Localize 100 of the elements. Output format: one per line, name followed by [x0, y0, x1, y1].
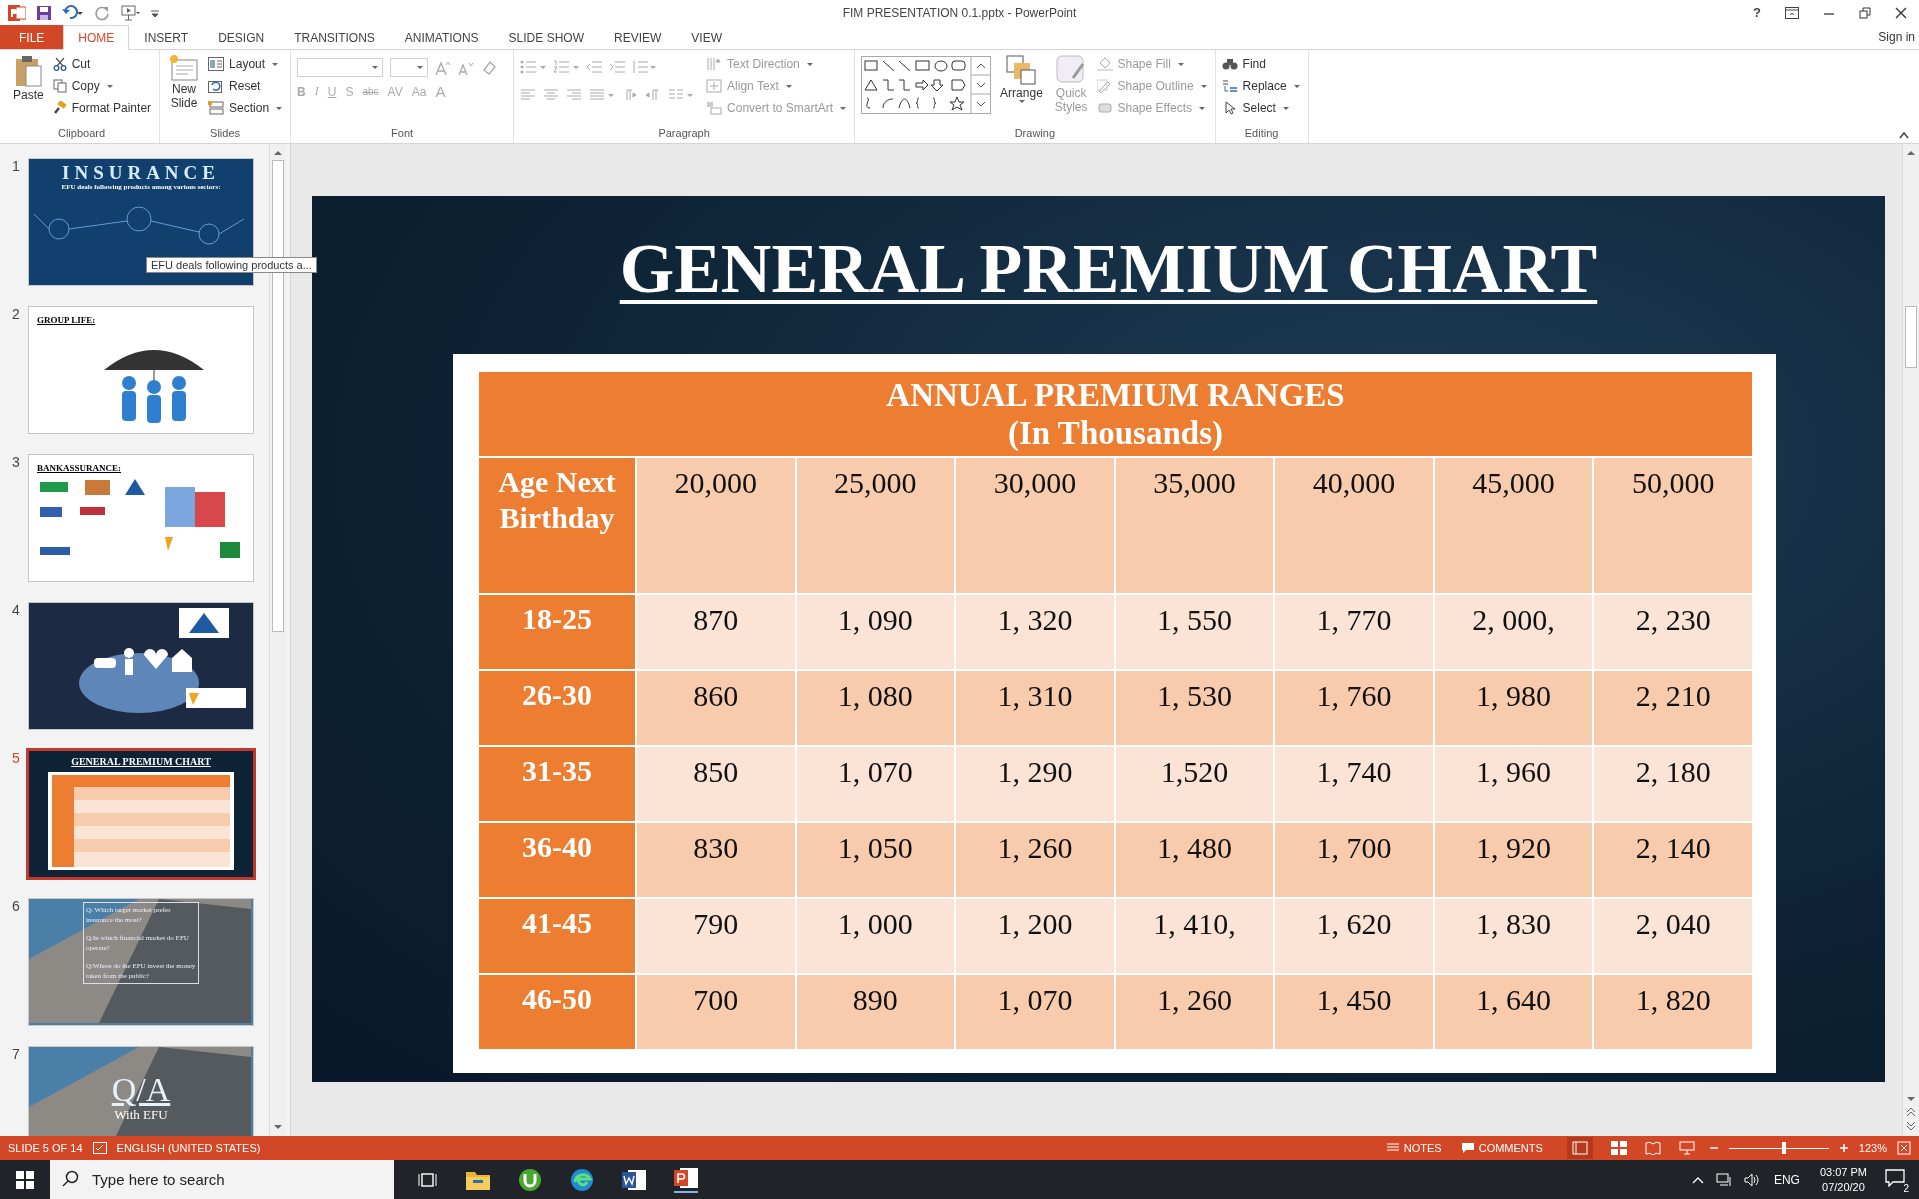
font-name-field[interactable]: [297, 58, 384, 77]
table-cell: 1, 760: [1274, 669, 1434, 746]
reading-view-icon[interactable]: [1644, 1141, 1661, 1155]
powerpoint-icon[interactable]: [674, 1166, 698, 1193]
network-icon[interactable]: [1715, 1172, 1732, 1187]
word-icon[interactable]: [622, 1168, 646, 1191]
column-header-cell: 45,000: [1433, 457, 1594, 594]
reset-button[interactable]: Reset: [208, 76, 285, 96]
slide-sorter-icon[interactable]: [1610, 1141, 1627, 1155]
row-header-cell: Age Next Birthday: [478, 457, 636, 594]
zoom-level[interactable]: 123%: [1858, 1142, 1887, 1154]
scroll-down-icon[interactable]: [1905, 1094, 1917, 1104]
table-cell: 1, 960: [1433, 745, 1594, 822]
previous-slide-icon[interactable]: [1905, 1106, 1917, 1118]
table-cell: 1, 830: [1433, 897, 1594, 974]
next-slide-icon[interactable]: [1905, 1120, 1917, 1132]
decrease-indent-icon[interactable]: [586, 60, 603, 74]
ribbon-tab[interactable]: HOME: [63, 25, 130, 50]
scroll-down-icon[interactable]: [272, 1122, 284, 1132]
table-cell: 1, 920: [1433, 821, 1594, 898]
notification-icon[interactable]: [1885, 1169, 1905, 1187]
slide-thumbnail[interactable]: Q/A With EFU: [28, 1046, 254, 1136]
scroll-up-icon[interactable]: [1905, 148, 1917, 158]
ribbon-tab[interactable]: DESIGN: [203, 25, 280, 49]
redo-icon[interactable]: [94, 4, 110, 21]
ribbon-tab[interactable]: INSERT: [129, 25, 204, 49]
column-header-cell: 25,000: [795, 457, 956, 594]
clear-formatting-icon[interactable]: [481, 59, 498, 76]
table-cell: 1, 320: [955, 593, 1115, 670]
normal-view-icon[interactable]: [1566, 1137, 1593, 1159]
zoom-slider-thumb[interactable]: [1781, 1142, 1786, 1154]
download-client-icon[interactable]: [518, 1167, 542, 1192]
scrollbar-thumb[interactable]: [1905, 306, 1917, 369]
table-cell: 1, 620: [1274, 897, 1434, 974]
save-icon[interactable]: [36, 4, 52, 21]
collapse-ribbon-icon[interactable]: [1899, 131, 1909, 139]
row-header-cell: 41-45: [478, 897, 636, 974]
keyboard-language[interactable]: ENG: [1773, 1172, 1800, 1187]
table-cell: 1, 000: [795, 897, 956, 974]
clipboard-icon: [13, 54, 44, 88]
slide-thumbnail[interactable]: GENERAL PREMIUM CHART: [26, 748, 256, 880]
new-slide-button[interactable]: New Slide: [166, 54, 203, 127]
fit-slide-icon[interactable]: [1897, 1141, 1911, 1155]
column-header-cell: 35,000: [1114, 457, 1275, 594]
slide-number: 7: [12, 1046, 20, 1064]
slide-title: GENERAL PREMIUM CHART: [619, 229, 1598, 309]
table-cell: 790: [636, 897, 796, 974]
task-view-icon[interactable]: [418, 1170, 438, 1189]
find-button[interactable]: Find: [1221, 54, 1302, 74]
folder-icon[interactable]: [466, 1169, 490, 1190]
shapes-gallery[interactable]: [861, 56, 992, 114]
notes-button[interactable]: NOTES: [1386, 1142, 1442, 1154]
cut-button[interactable]: Cut: [52, 54, 154, 74]
comments-button[interactable]: COMMENTS: [1461, 1142, 1543, 1154]
ribbon-tab[interactable]: SLIDE SHOW: [493, 25, 599, 49]
format-painter-button[interactable]: Format Painter: [52, 98, 154, 118]
sign-in-link[interactable]: Sign in: [1878, 30, 1919, 44]
grow-font-icon[interactable]: [435, 59, 452, 76]
file-tab[interactable]: FILE: [0, 25, 64, 49]
ribbon-tab[interactable]: ANIMATIONS: [389, 25, 494, 49]
ribbon-display-icon[interactable]: [1785, 6, 1799, 19]
start-icon[interactable]: [16, 1170, 34, 1189]
taskbar-search-field[interactable]: Type here to search: [50, 1160, 394, 1199]
presentation-icon[interactable]: [120, 4, 140, 21]
zoom-in-icon[interactable]: [1838, 1143, 1849, 1153]
table-cell: 830: [636, 821, 796, 898]
volume-icon[interactable]: [1743, 1172, 1760, 1187]
spelling-icon[interactable]: [92, 1142, 107, 1154]
clock-date[interactable]: 07/20/20: [1822, 1179, 1865, 1195]
slide-show-icon[interactable]: [1678, 1141, 1695, 1155]
close-icon[interactable]: [1895, 6, 1907, 19]
tray-caret-icon[interactable]: [1691, 1175, 1704, 1184]
restore-icon[interactable]: [1859, 6, 1871, 19]
slide-thumbnail[interactable]: GROUP LIFE:: [28, 306, 254, 434]
help-button[interactable]: ?: [1753, 5, 1761, 20]
slide-thumbnail[interactable]: BANKASSURANCE:: [28, 454, 254, 582]
bullets-icon[interactable]: [520, 60, 547, 74]
ribbon-tab[interactable]: VIEW: [676, 25, 737, 49]
scroll-up-icon[interactable]: [272, 148, 284, 158]
arrange-button[interactable]: Arrange: [997, 54, 1046, 127]
section-button[interactable]: Section: [208, 98, 285, 118]
ribbon-tab[interactable]: TRANSITIONS: [279, 25, 390, 49]
table-cell: 2, 000,: [1433, 593, 1594, 670]
paste-button[interactable]: Paste: [10, 54, 47, 127]
layout-button[interactable]: Layout: [208, 54, 285, 74]
language-indicator[interactable]: ENGLISH (UNITED STATES): [116, 1142, 261, 1154]
ribbon-tab[interactable]: REVIEW: [598, 25, 677, 49]
table-cell: 2, 210: [1593, 669, 1753, 746]
font-size-field[interactable]: [390, 58, 429, 77]
table-cell: 1, 410,: [1114, 897, 1275, 974]
undo-icon[interactable]: [62, 4, 84, 21]
table-cell: 1, 450: [1274, 973, 1434, 1050]
table-cell: 890: [795, 973, 956, 1050]
replace-button[interactable]: Replace: [1221, 76, 1302, 96]
table-cell: 1, 640: [1433, 973, 1594, 1050]
browser-icon[interactable]: [570, 1167, 594, 1192]
increase-indent-icon[interactable]: [609, 60, 626, 74]
clock-time[interactable]: 03:07 PM: [1819, 1164, 1867, 1180]
select-button[interactable]: Select: [1221, 98, 1302, 118]
copy-button[interactable]: Copy: [52, 76, 154, 96]
